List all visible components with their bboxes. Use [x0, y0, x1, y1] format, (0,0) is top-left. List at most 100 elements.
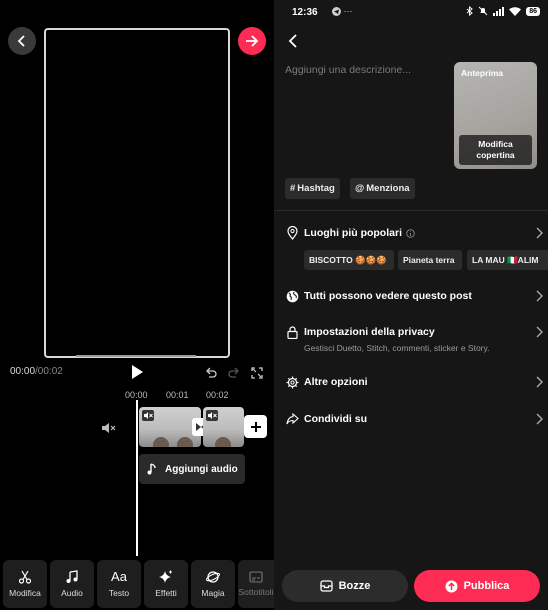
tool-label: Testo: [108, 588, 130, 598]
arrow-right-icon: [246, 35, 259, 47]
back-button[interactable]: [8, 27, 36, 55]
tool-label: Effetti: [155, 588, 177, 598]
play-icon: [132, 365, 143, 379]
at-icon: @: [355, 183, 365, 194]
publish-label: Pubblica: [463, 580, 510, 592]
location-title: Luoghi più popolari: [304, 227, 402, 239]
tool-edit[interactable]: Modifica: [3, 560, 47, 608]
back-button[interactable]: [288, 34, 298, 53]
wifi-icon: [509, 6, 522, 16]
gear-icon: [285, 375, 299, 389]
publish-button[interactable]: Pubblica: [414, 570, 540, 602]
captions-icon: [249, 571, 263, 583]
more-options-title: Altre opzioni: [304, 376, 368, 388]
tool-label: Modifica: [9, 588, 41, 598]
fullscreen-button[interactable]: [251, 366, 263, 384]
place-suggestion[interactable]: BISCOTTO 🍪🍪🍪: [304, 250, 394, 270]
share-icon: [285, 412, 299, 426]
drafts-box-icon: [319, 580, 333, 592]
time-readout: 00:00/00:02: [10, 366, 63, 377]
hashtag-label: Hashtag: [297, 183, 335, 194]
tick-label: 00:02: [206, 390, 229, 400]
post-settings-pane: 12:36 ··· 86 Aggiungi una descrizione...…: [274, 0, 548, 610]
status-notification-icons: ···: [332, 6, 353, 17]
status-time: 12:36: [292, 7, 318, 18]
tool-magic[interactable]: Magia: [191, 560, 235, 608]
upload-arrow-icon: [445, 580, 458, 592]
chevron-left-icon: [17, 35, 25, 47]
editor-toolbar: Modifica Audio Aa Testo Effetti Magia So…: [0, 558, 274, 610]
preview-scrub-bar: [76, 355, 196, 357]
signal-icon: [493, 6, 505, 16]
tick-label: 00:00: [125, 390, 148, 400]
chevron-right-icon: [536, 413, 543, 425]
chevron-left-icon: [288, 34, 297, 48]
location-row[interactable]: Luoghi più popolari: [285, 226, 543, 240]
play-button[interactable]: [130, 364, 144, 385]
thumbnail-face: [153, 437, 169, 447]
add-audio-button[interactable]: Aggiungi audio: [139, 454, 245, 484]
tool-effects[interactable]: Effetti: [144, 560, 188, 608]
place-suggestion[interactable]: LA MAU 🇮🇹ALIM: [467, 250, 548, 270]
redo-icon: [228, 367, 239, 378]
description-input[interactable]: Aggiungi una descrizione...: [285, 64, 411, 76]
video-preview[interactable]: [44, 28, 230, 358]
next-button[interactable]: [238, 27, 266, 55]
muted-bell-icon: [478, 6, 488, 16]
cover-preview-label: Anteprima: [461, 68, 504, 78]
lock-icon: [285, 325, 299, 339]
chevron-right-icon: [536, 326, 543, 338]
tool-audio[interactable]: Audio: [50, 560, 94, 608]
chevron-right-icon: [536, 376, 543, 388]
playhead[interactable]: [136, 400, 138, 556]
text-aa-icon: Aa: [111, 569, 127, 584]
status-bar: 12:36 ··· 86: [274, 0, 548, 24]
hashtag-button[interactable]: # Hashtag: [285, 178, 340, 199]
undo-button[interactable]: [205, 366, 217, 384]
cover-preview[interactable]: Anteprima Modifica copertina: [454, 62, 537, 169]
timeline-clip-2[interactable]: [203, 407, 244, 447]
privacy-title: Impostazioni della privacy: [304, 326, 435, 338]
tool-label: Magia: [201, 588, 225, 598]
thumbnail-face: [215, 437, 231, 447]
status-right-icons: 86: [466, 6, 540, 16]
redo-button[interactable]: [228, 366, 240, 384]
plus-icon: [250, 421, 261, 432]
edit-cover-button[interactable]: Modifica copertina: [459, 135, 532, 165]
scissors-icon: [18, 570, 32, 584]
privacy-row[interactable]: Impostazioni della privacy: [285, 325, 543, 339]
globe-icon: [285, 289, 299, 303]
share-row[interactable]: Condividi su: [285, 412, 543, 426]
bluetooth-icon: [466, 6, 474, 16]
speaker-muted-icon: [102, 423, 116, 433]
visibility-title: Tutti possono vedere questo post: [304, 290, 472, 302]
tool-label: Sottotitoli: [238, 587, 274, 597]
mention-label: Menziona: [366, 183, 410, 194]
mute-original-sound-button[interactable]: [101, 421, 117, 439]
current-time: 00:00: [10, 366, 36, 377]
tool-text[interactable]: Aa Testo: [97, 560, 141, 608]
chevron-right-icon: [536, 227, 543, 239]
info-icon[interactable]: [406, 228, 415, 238]
mention-button[interactable]: @ Menziona: [350, 178, 415, 199]
clip-muted-icon: [206, 410, 218, 421]
more-options-row[interactable]: Altre opzioni: [285, 375, 543, 389]
tick-label: 00:01: [166, 390, 189, 400]
place-suggestion[interactable]: Pianeta terra: [398, 250, 462, 270]
privacy-subtitle: Gestisci Duetto, Stitch, commenti, stick…: [304, 343, 490, 353]
music-note-icon: [147, 463, 156, 475]
add-audio-label: Aggiungi audio: [165, 463, 238, 475]
chevron-right-icon: [536, 290, 543, 302]
total-time: /00:02: [35, 366, 63, 377]
add-clip-button[interactable]: [244, 415, 267, 438]
clip-muted-icon: [142, 410, 154, 421]
undo-icon: [206, 367, 217, 378]
location-pin-icon: [285, 226, 299, 240]
share-title: Condividi su: [304, 413, 367, 425]
visibility-row[interactable]: Tutti possono vedere questo post: [285, 289, 543, 303]
telegram-icon: [332, 7, 341, 17]
tool-captions[interactable]: Sottotitoli: [238, 560, 274, 608]
battery-level: 86: [526, 6, 540, 16]
drafts-button[interactable]: Bozze: [282, 570, 408, 602]
sparkle-icon: [159, 570, 172, 583]
